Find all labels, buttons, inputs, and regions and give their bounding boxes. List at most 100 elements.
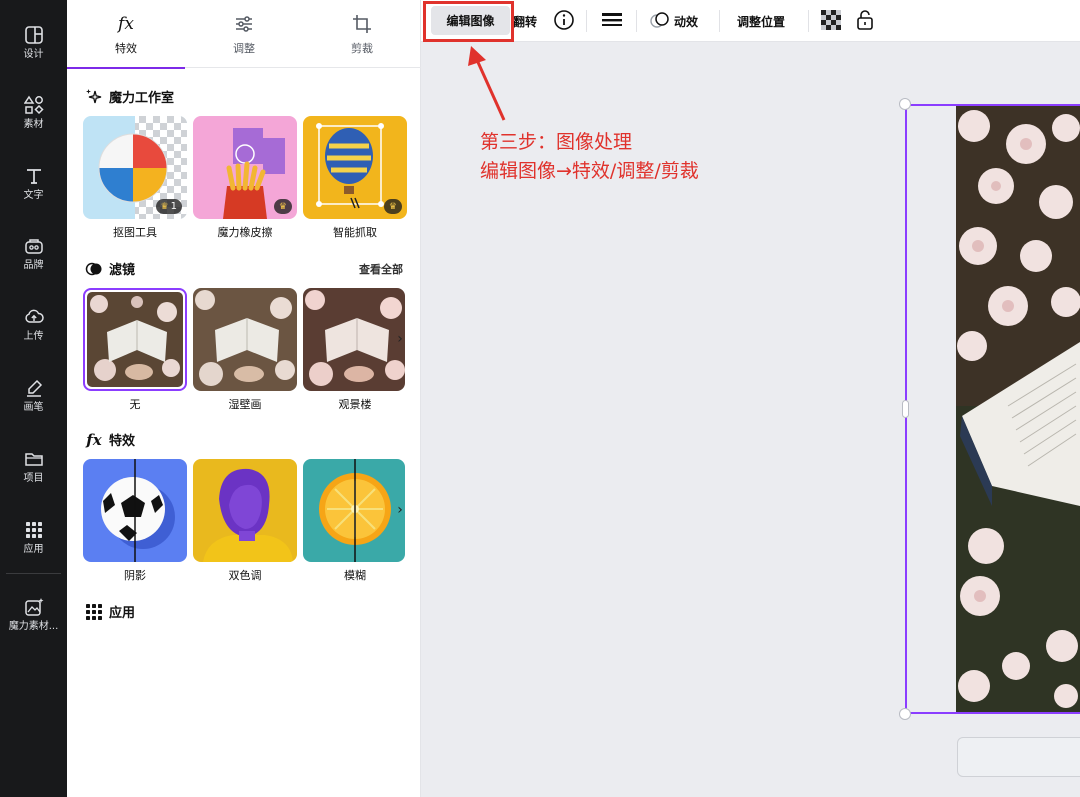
rail-item-upload[interactable]: 上传 xyxy=(0,294,67,354)
badge-count: 1 xyxy=(170,201,177,212)
rail-item-apps[interactable]: 应用 xyxy=(0,507,67,567)
lines-icon xyxy=(602,12,622,31)
apps-grid-icon xyxy=(23,519,45,541)
filter-fresco-tile[interactable] xyxy=(193,288,297,391)
tile-label: 模糊 xyxy=(344,569,366,582)
rail-item-draw[interactable]: 画笔 xyxy=(0,365,67,425)
sliders-icon xyxy=(234,12,254,36)
rail-item-text[interactable]: 文字 xyxy=(0,153,67,213)
filter-belvedere-tile[interactable] xyxy=(303,288,405,391)
annotation-line: 编辑图像→特效/调整/剪裁 xyxy=(480,160,699,182)
pro-badge: ♛ xyxy=(383,199,402,214)
crown-icon: ♛ xyxy=(278,201,287,212)
crown-icon: ♛ xyxy=(160,201,169,212)
resize-handle-left[interactable] xyxy=(902,400,909,418)
section-title: 特效 xyxy=(109,434,136,449)
duotone-effect-tile[interactable] xyxy=(193,459,297,562)
position-label: 调整位置 xyxy=(737,14,786,29)
filter-none-tile[interactable] xyxy=(83,288,187,391)
tile-label: 智能抓取 xyxy=(333,226,377,239)
line-weight-button[interactable] xyxy=(602,0,622,42)
animate-label: 动效 xyxy=(674,14,699,29)
tab-label: 特效 xyxy=(115,42,137,55)
tab-adjust[interactable]: 调整 xyxy=(185,0,303,68)
bg-remover-tile[interactable]: ♛ 1 xyxy=(83,116,187,219)
left-rail: 设计 素材 文字 品牌 上传 画笔 项目 应用 魔力素材... xyxy=(0,0,67,797)
chevron-right-icon[interactable]: › xyxy=(393,499,407,521)
filters-heading: 滤镜 xyxy=(85,259,135,278)
rail-item-design[interactable]: 设计 xyxy=(0,12,67,72)
flip-button[interactable]: 翻转 xyxy=(513,0,537,42)
annotation-arrow xyxy=(468,46,506,121)
animate-button[interactable]: 动效 xyxy=(650,0,698,42)
upload-cloud-icon xyxy=(23,306,45,328)
rail-item-brand[interactable]: 品牌 xyxy=(0,223,67,283)
tile-label: 湿壁画 xyxy=(228,398,262,411)
shadow-effect-tile[interactable] xyxy=(83,459,187,562)
rail-item-elements[interactable]: 素材 xyxy=(0,82,67,142)
edit-image-button[interactable]: 编辑图像 xyxy=(431,6,510,35)
selected-image[interactable] xyxy=(956,106,1080,712)
rail-label: 设计 xyxy=(23,48,44,60)
flip-label: 翻转 xyxy=(513,14,538,29)
crop-icon xyxy=(352,12,372,36)
rail-label: 应用 xyxy=(23,543,44,555)
tile-label: 双色调 xyxy=(228,569,262,582)
rail-label: 文字 xyxy=(23,189,44,201)
sparkle-icon xyxy=(85,88,103,106)
crown-icon: ♛ xyxy=(388,201,397,212)
tab-effects[interactable]: fx 特效 xyxy=(67,0,185,69)
info-icon xyxy=(553,9,575,34)
section-title: 滤镜 xyxy=(109,263,136,278)
rail-item-magic-media[interactable]: 魔力素材... xyxy=(0,584,67,644)
tab-label: 剪裁 xyxy=(351,42,373,55)
resize-handle-bottom-left[interactable] xyxy=(899,708,911,720)
context-toolbar: 编辑图像 翻转 动效 调整位置 xyxy=(421,0,1080,42)
add-page-button[interactable] xyxy=(957,737,1080,777)
tile-label: 无 xyxy=(129,398,141,411)
transparency-icon xyxy=(821,9,841,33)
section-title: 应用 xyxy=(109,606,136,621)
see-all-link[interactable]: 查看全部 xyxy=(359,261,403,277)
rail-item-projects[interactable]: 项目 xyxy=(0,436,67,496)
fx-icon: fx xyxy=(86,430,102,449)
lock-button[interactable] xyxy=(856,0,874,42)
chevron-right-icon[interactable]: › xyxy=(393,328,407,350)
tile-label: 魔力橡皮擦 xyxy=(217,226,273,239)
magic-eraser-tile[interactable]: ♛ xyxy=(193,116,297,219)
toolbar-divider xyxy=(719,10,720,32)
magic-media-icon xyxy=(23,596,45,618)
rail-label: 魔力素材... xyxy=(8,620,59,632)
layout-icon xyxy=(23,24,45,46)
resize-handle-top-left[interactable] xyxy=(899,98,911,110)
position-button[interactable]: 调整位置 xyxy=(737,0,785,42)
section-title: 魔力工作室 xyxy=(109,91,175,106)
toolbar-divider xyxy=(636,10,637,32)
tab-crop[interactable]: 剪裁 xyxy=(303,0,421,68)
effects-heading: fx 特效 xyxy=(85,430,136,450)
panel-tabs: fx 特效 调整 剪裁 xyxy=(67,0,421,69)
blur-effect-tile[interactable] xyxy=(303,459,405,562)
rail-label: 上传 xyxy=(23,330,44,342)
tile-label: 阴影 xyxy=(124,569,146,582)
unlock-icon xyxy=(856,9,874,33)
annotation-text: 第三步：图像处理 编辑图像→特效/调整/剪裁 xyxy=(480,128,699,186)
rail-label: 品牌 xyxy=(23,259,44,271)
brand-icon xyxy=(23,235,45,257)
transparency-button[interactable] xyxy=(821,0,841,42)
apps-grid-icon xyxy=(85,603,103,621)
fx-icon: fx xyxy=(118,14,134,34)
toolbar-divider xyxy=(808,10,809,32)
tab-label: 调整 xyxy=(233,42,255,55)
magic-grab-tile[interactable]: ♛ xyxy=(303,116,407,219)
info-button[interactable] xyxy=(553,0,575,42)
pro-badge: ♛ 1 xyxy=(155,199,182,214)
folder-icon xyxy=(23,448,45,470)
brush-icon xyxy=(23,377,45,399)
apps-heading: 应用 xyxy=(85,602,135,621)
rail-divider xyxy=(6,573,61,574)
pro-badge: ♛ xyxy=(273,199,292,214)
tile-label: 观景楼 xyxy=(338,398,372,411)
text-icon xyxy=(23,165,45,187)
tile-label: 抠图工具 xyxy=(113,226,157,239)
